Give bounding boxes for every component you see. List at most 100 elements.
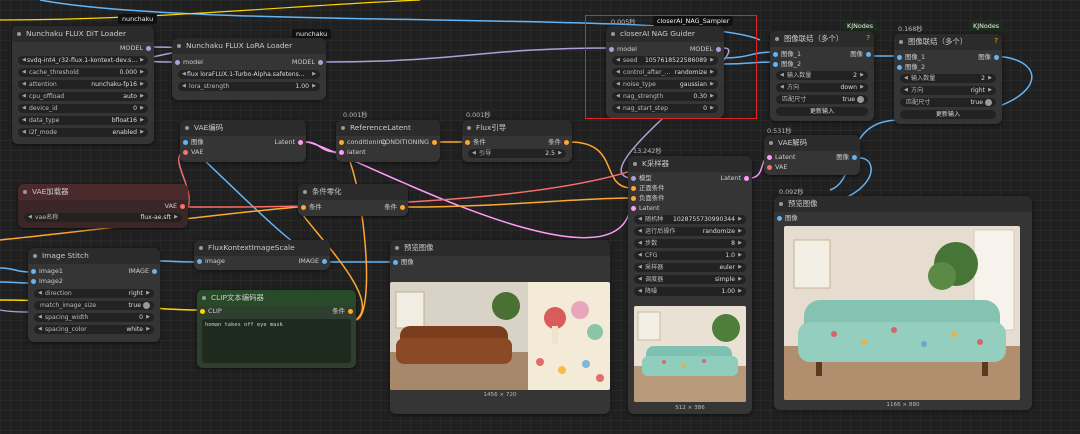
node-badge-kjnodes: KJNodes — [969, 21, 1004, 31]
widget-attention[interactable]: ◀ attention nunchaku-fp16 ▶ — [18, 80, 148, 89]
widget-lora-strength[interactable]: ◀ lora_strength 1.00 ▶ — [178, 82, 320, 91]
input-image[interactable]: image — [194, 257, 225, 266]
output-model[interactable]: MODEL — [120, 44, 154, 53]
input-latent[interactable]: Latent — [628, 204, 659, 213]
output-conditioning[interactable]: 条件 — [384, 203, 408, 212]
input-image[interactable]: 图像 — [180, 138, 204, 147]
image-size-caption: 1456 × 720 — [483, 392, 517, 398]
input-image2[interactable]: image2 — [28, 277, 63, 286]
widget-vae-name[interactable]: ◀ vae名称 flux-ae.sft ▶ — [24, 213, 182, 222]
node-image-stitch[interactable]: Image Stitch image1 image2 IMAGE ◀ direct… — [28, 248, 160, 342]
input-model[interactable]: 模型 — [628, 174, 652, 183]
widget-spacing-color[interactable]: ◀ spacing_color white ▶ — [34, 325, 154, 334]
node-title: 预览图像 — [390, 240, 610, 256]
input-negative[interactable]: 负面条件 — [628, 194, 665, 203]
node-ksampler[interactable]: K采样器 模型 正面条件 负面条件 Latent Latent ◀ 随机种 1028… — [628, 156, 752, 414]
widget-lora-file[interactable]: ◀ flux loraFLUX.1-Turbo-Alpha.safetens...… — [178, 70, 320, 79]
widget-input-count[interactable]: ◀ 输入数量 2 ▶ — [900, 74, 996, 83]
widget-device-id[interactable]: ◀ device_id 0 ▶ — [18, 104, 148, 113]
input-conditioning[interactable]: conditioning — [336, 138, 386, 147]
widget-match-image-size[interactable]: match_image_size true — [34, 301, 154, 310]
node-flux-kontext-image-scale[interactable]: FluxKontextImageScale image IMAGE — [194, 240, 330, 270]
widget-data-type[interactable]: ◀ data_type bfloat16 ▶ — [18, 116, 148, 125]
output-image[interactable]: 图像 — [836, 153, 860, 162]
output-conditioning[interactable]: CONDITIONING — [381, 138, 440, 147]
output-conditioning[interactable]: 条件 — [548, 138, 572, 147]
output-image[interactable]: 图像 — [978, 53, 1002, 62]
widget-input-count[interactable]: ◀ 输入数量 2 ▶ — [776, 71, 868, 80]
input-positive[interactable]: 正面条件 — [628, 184, 665, 193]
input-vae[interactable]: VAE — [764, 163, 787, 172]
input-image[interactable]: 图像 — [390, 258, 414, 267]
widget-direction[interactable]: ◀ direction right ▶ — [34, 289, 154, 298]
widget-cfg[interactable]: ◀ CFG 1.0 ▶ — [634, 251, 746, 260]
node-preview-image-middle[interactable]: 预览图像 图像 1456 × 720 — [390, 240, 610, 414]
graph-canvas[interactable]: nunchaku Nunchaku FLUX DiT Loader MODEL … — [0, 0, 1080, 434]
input-conditioning[interactable]: 条件 — [462, 138, 486, 147]
input-image[interactable]: 图像 — [774, 214, 798, 223]
node-clip-text-encode[interactable]: CLIP文本编码器 CLIP 条件 homan takes off eye ma… — [197, 290, 356, 368]
node-nunchaku-dit-loader[interactable]: Nunchaku FLUX DiT Loader MODEL ◀ svdq-int… — [12, 26, 154, 144]
node-flux-guidance[interactable]: Flux引导 条件 条件 ◀ 引导 2.5 ▶ — [462, 120, 572, 162]
widget-cache-threshold[interactable]: ◀ cache_threshold 0.000 ▶ — [18, 68, 148, 77]
output-conditioning[interactable]: 条件 — [332, 307, 356, 316]
preview-image-stitched — [390, 282, 610, 390]
widget-model-file[interactable]: ◀ svdq-int4_r32-flux.1-kontext-dev.s... ▶ — [18, 56, 148, 65]
widget-direction[interactable]: ◀ 方向 right ▶ — [900, 86, 996, 95]
output-model[interactable]: MODEL — [292, 58, 326, 67]
widget-match-size[interactable]: 匹配尺寸 true — [776, 95, 868, 104]
update-inputs-button[interactable]: 更新输入 — [900, 110, 996, 119]
input-vae[interactable]: VAE — [180, 148, 203, 157]
output-latent[interactable]: Latent — [275, 138, 306, 147]
output-image[interactable]: 图像 — [850, 50, 874, 59]
input-image-2[interactable]: 图像_2 — [894, 63, 925, 72]
widget-control-after-generate[interactable]: ◀ 运行后操作 randomize ▶ — [634, 227, 746, 236]
node-reference-latent[interactable]: ReferenceLatent conditioning latent COND… — [336, 120, 440, 162]
node-badge-nunchaku: nunchaku — [118, 14, 158, 24]
widget-i2f-mode[interactable]: ◀ i2f_mode enabled ▶ — [18, 128, 148, 137]
widget-guidance[interactable]: ◀ 引导 2.5 ▶ — [468, 149, 566, 158]
node-vae-encode[interactable]: VAE编码 图像 VAE Latent — [180, 120, 306, 162]
widget-sampler[interactable]: ◀ 采样器 euler ▶ — [634, 263, 746, 272]
node-title: Image Stitch — [28, 248, 160, 264]
preview-image-result — [784, 226, 1020, 400]
widget-seed[interactable]: ◀ 随机种 1028755730990344 ▶ — [634, 215, 746, 224]
input-conditioning[interactable]: 条件 — [298, 203, 322, 212]
output-vae[interactable]: VAE — [165, 202, 188, 211]
input-latent[interactable]: Latent — [764, 153, 795, 162]
widget-direction[interactable]: ◀ 方向 down ▶ — [776, 83, 868, 92]
help-icon[interactable]: ? — [994, 37, 998, 45]
help-icon[interactable]: ? — [866, 34, 870, 42]
node-image-concat-2[interactable]: 图像联结（多个） ? 图像_1 图像_2 图像 ◀ 输入数量 2 ▶ ◀ 方向 right… — [894, 34, 1002, 124]
input-clip[interactable]: CLIP — [197, 307, 222, 316]
widget-cpu-offload[interactable]: ◀ cpu_offload auto ▶ — [18, 92, 148, 101]
node-preview-image-right[interactable]: 预览图像 图像 1166 × 880 — [774, 196, 1032, 410]
image-size-caption: 512 × 386 — [675, 405, 705, 411]
node-nunchaku-lora-loader[interactable]: Nunchaku FLUX LoRA Loader model MODEL ◀ f… — [172, 38, 326, 100]
widget-denoise[interactable]: ◀ 降噪 1.00 ▶ — [634, 287, 746, 296]
node-title: VAE解码 — [764, 135, 860, 151]
output-image[interactable]: IMAGE — [128, 267, 160, 276]
highlight-box — [585, 15, 757, 119]
prompt-textarea[interactable]: homan takes off eye mask — [202, 319, 351, 363]
input-image-2[interactable]: 图像_2 — [770, 60, 801, 69]
node-title: 图像联结（多个） — [894, 34, 1002, 50]
node-title: ReferenceLatent — [336, 120, 440, 136]
update-inputs-button[interactable]: 更新输入 — [776, 107, 868, 116]
input-image-1[interactable]: 图像_1 — [894, 53, 925, 62]
widget-match-size[interactable]: 匹配尺寸 true — [900, 98, 996, 107]
widget-steps[interactable]: ◀ 步数 8 ▶ — [634, 239, 746, 248]
node-conditioning-zero-out[interactable]: 条件零化 条件 条件 — [298, 184, 408, 216]
input-image-1[interactable]: 图像_1 — [770, 50, 801, 59]
node-badge-kjnodes: KJNodes — [843, 21, 878, 31]
widget-spacing-width[interactable]: ◀ spacing_width 0 ▶ — [34, 313, 154, 322]
node-vae-decode[interactable]: VAE解码 Latent VAE 图像 — [764, 135, 860, 175]
input-latent[interactable]: latent — [336, 148, 366, 157]
node-vae-loader[interactable]: VAE加载器 VAE ◀ vae名称 flux-ae.sft ▶ — [18, 184, 188, 228]
input-model[interactable]: model — [172, 58, 203, 67]
node-image-concat-1[interactable]: 图像联结（多个） ? 图像_1 图像_2 图像 ◀ 输入数量 2 ▶ ◀ 方向 down ▶… — [770, 31, 874, 121]
widget-scheduler[interactable]: ◀ 调度器 simple ▶ — [634, 275, 746, 284]
output-image[interactable]: IMAGE — [298, 257, 330, 266]
output-latent[interactable]: Latent — [721, 174, 752, 183]
input-image1[interactable]: image1 — [28, 267, 63, 276]
